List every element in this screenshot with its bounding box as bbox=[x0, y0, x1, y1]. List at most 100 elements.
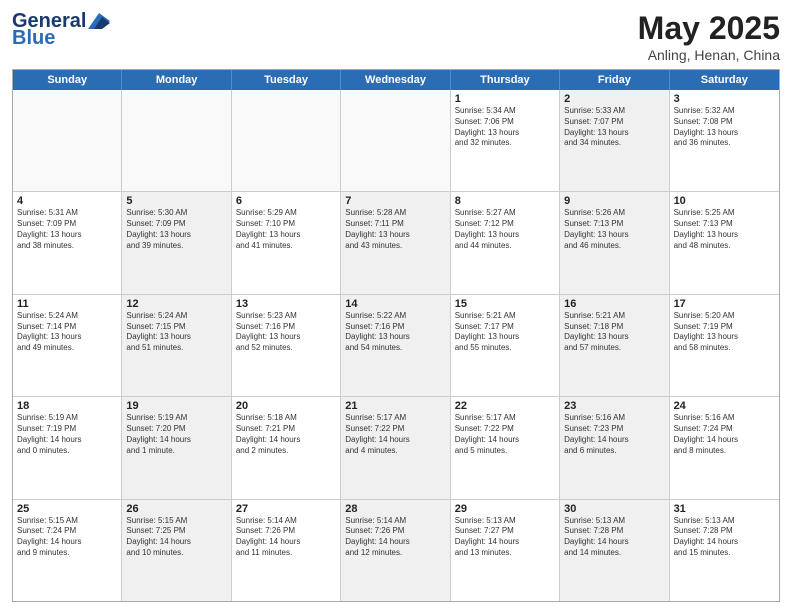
cell-info: Sunrise: 5:19 AM Sunset: 7:19 PM Dayligh… bbox=[17, 413, 117, 456]
cell-info: Sunrise: 5:25 AM Sunset: 7:13 PM Dayligh… bbox=[674, 208, 775, 251]
day-cell-5: 5Sunrise: 5:30 AM Sunset: 7:09 PM Daylig… bbox=[122, 192, 231, 293]
cell-info: Sunrise: 5:33 AM Sunset: 7:07 PM Dayligh… bbox=[564, 106, 664, 149]
day-cell-1: 1Sunrise: 5:34 AM Sunset: 7:06 PM Daylig… bbox=[451, 90, 560, 191]
day-cell-22: 22Sunrise: 5:17 AM Sunset: 7:22 PM Dayli… bbox=[451, 397, 560, 498]
cell-info: Sunrise: 5:13 AM Sunset: 7:28 PM Dayligh… bbox=[674, 516, 775, 559]
week-row-4: 18Sunrise: 5:19 AM Sunset: 7:19 PM Dayli… bbox=[13, 397, 779, 499]
logo-blue: Blue bbox=[12, 27, 55, 50]
page: General Blue May 2025 Anling, Henan, Chi… bbox=[0, 0, 792, 612]
header-day-monday: Monday bbox=[122, 70, 231, 90]
day-number: 31 bbox=[674, 503, 775, 515]
cell-info: Sunrise: 5:16 AM Sunset: 7:23 PM Dayligh… bbox=[564, 413, 664, 456]
cell-info: Sunrise: 5:23 AM Sunset: 7:16 PM Dayligh… bbox=[236, 311, 336, 354]
day-number: 9 bbox=[564, 195, 664, 207]
week-row-3: 11Sunrise: 5:24 AM Sunset: 7:14 PM Dayli… bbox=[13, 295, 779, 397]
day-number: 3 bbox=[674, 93, 775, 105]
day-cell-7: 7Sunrise: 5:28 AM Sunset: 7:11 PM Daylig… bbox=[341, 192, 450, 293]
day-cell-25: 25Sunrise: 5:15 AM Sunset: 7:24 PM Dayli… bbox=[13, 500, 122, 601]
day-number: 30 bbox=[564, 503, 664, 515]
day-cell-2: 2Sunrise: 5:33 AM Sunset: 7:07 PM Daylig… bbox=[560, 90, 669, 191]
day-number: 10 bbox=[674, 195, 775, 207]
day-number: 25 bbox=[17, 503, 117, 515]
logo-icon bbox=[88, 13, 110, 29]
day-number: 15 bbox=[455, 298, 555, 310]
cell-info: Sunrise: 5:15 AM Sunset: 7:25 PM Dayligh… bbox=[126, 516, 226, 559]
cell-info: Sunrise: 5:34 AM Sunset: 7:06 PM Dayligh… bbox=[455, 106, 555, 149]
day-number: 19 bbox=[126, 400, 226, 412]
week-row-5: 25Sunrise: 5:15 AM Sunset: 7:24 PM Dayli… bbox=[13, 500, 779, 601]
cell-info: Sunrise: 5:21 AM Sunset: 7:17 PM Dayligh… bbox=[455, 311, 555, 354]
calendar-body: 1Sunrise: 5:34 AM Sunset: 7:06 PM Daylig… bbox=[13, 90, 779, 601]
day-number: 23 bbox=[564, 400, 664, 412]
day-number: 8 bbox=[455, 195, 555, 207]
day-number: 24 bbox=[674, 400, 775, 412]
day-cell-4: 4Sunrise: 5:31 AM Sunset: 7:09 PM Daylig… bbox=[13, 192, 122, 293]
day-number: 22 bbox=[455, 400, 555, 412]
cell-info: Sunrise: 5:14 AM Sunset: 7:26 PM Dayligh… bbox=[345, 516, 445, 559]
day-cell-10: 10Sunrise: 5:25 AM Sunset: 7:13 PM Dayli… bbox=[670, 192, 779, 293]
day-number: 20 bbox=[236, 400, 336, 412]
day-number: 5 bbox=[126, 195, 226, 207]
day-number: 29 bbox=[455, 503, 555, 515]
header-day-saturday: Saturday bbox=[670, 70, 779, 90]
day-cell-29: 29Sunrise: 5:13 AM Sunset: 7:27 PM Dayli… bbox=[451, 500, 560, 601]
cell-info: Sunrise: 5:14 AM Sunset: 7:26 PM Dayligh… bbox=[236, 516, 336, 559]
day-number: 6 bbox=[236, 195, 336, 207]
day-cell-17: 17Sunrise: 5:20 AM Sunset: 7:19 PM Dayli… bbox=[670, 295, 779, 396]
day-number: 21 bbox=[345, 400, 445, 412]
day-number: 16 bbox=[564, 298, 664, 310]
month-year: May 2025 bbox=[638, 10, 780, 47]
day-number: 4 bbox=[17, 195, 117, 207]
cell-info: Sunrise: 5:27 AM Sunset: 7:12 PM Dayligh… bbox=[455, 208, 555, 251]
day-number: 12 bbox=[126, 298, 226, 310]
empty-cell bbox=[232, 90, 341, 191]
cell-info: Sunrise: 5:16 AM Sunset: 7:24 PM Dayligh… bbox=[674, 413, 775, 456]
day-cell-18: 18Sunrise: 5:19 AM Sunset: 7:19 PM Dayli… bbox=[13, 397, 122, 498]
calendar: SundayMondayTuesdayWednesdayThursdayFrid… bbox=[12, 69, 780, 602]
location: Anling, Henan, China bbox=[638, 47, 780, 63]
cell-info: Sunrise: 5:13 AM Sunset: 7:28 PM Dayligh… bbox=[564, 516, 664, 559]
day-number: 27 bbox=[236, 503, 336, 515]
header-day-tuesday: Tuesday bbox=[232, 70, 341, 90]
day-number: 26 bbox=[126, 503, 226, 515]
cell-info: Sunrise: 5:22 AM Sunset: 7:16 PM Dayligh… bbox=[345, 311, 445, 354]
cell-info: Sunrise: 5:15 AM Sunset: 7:24 PM Dayligh… bbox=[17, 516, 117, 559]
day-cell-21: 21Sunrise: 5:17 AM Sunset: 7:22 PM Dayli… bbox=[341, 397, 450, 498]
cell-info: Sunrise: 5:20 AM Sunset: 7:19 PM Dayligh… bbox=[674, 311, 775, 354]
day-cell-8: 8Sunrise: 5:27 AM Sunset: 7:12 PM Daylig… bbox=[451, 192, 560, 293]
title-block: May 2025 Anling, Henan, China bbox=[638, 10, 780, 63]
cell-info: Sunrise: 5:24 AM Sunset: 7:14 PM Dayligh… bbox=[17, 311, 117, 354]
day-cell-30: 30Sunrise: 5:13 AM Sunset: 7:28 PM Dayli… bbox=[560, 500, 669, 601]
day-cell-16: 16Sunrise: 5:21 AM Sunset: 7:18 PM Dayli… bbox=[560, 295, 669, 396]
day-cell-15: 15Sunrise: 5:21 AM Sunset: 7:17 PM Dayli… bbox=[451, 295, 560, 396]
day-number: 17 bbox=[674, 298, 775, 310]
day-number: 1 bbox=[455, 93, 555, 105]
header-day-sunday: Sunday bbox=[13, 70, 122, 90]
header-day-thursday: Thursday bbox=[451, 70, 560, 90]
day-number: 11 bbox=[17, 298, 117, 310]
day-cell-19: 19Sunrise: 5:19 AM Sunset: 7:20 PM Dayli… bbox=[122, 397, 231, 498]
day-cell-12: 12Sunrise: 5:24 AM Sunset: 7:15 PM Dayli… bbox=[122, 295, 231, 396]
day-number: 18 bbox=[17, 400, 117, 412]
day-cell-3: 3Sunrise: 5:32 AM Sunset: 7:08 PM Daylig… bbox=[670, 90, 779, 191]
day-cell-27: 27Sunrise: 5:14 AM Sunset: 7:26 PM Dayli… bbox=[232, 500, 341, 601]
cell-info: Sunrise: 5:32 AM Sunset: 7:08 PM Dayligh… bbox=[674, 106, 775, 149]
day-cell-31: 31Sunrise: 5:13 AM Sunset: 7:28 PM Dayli… bbox=[670, 500, 779, 601]
empty-cell bbox=[341, 90, 450, 191]
cell-info: Sunrise: 5:28 AM Sunset: 7:11 PM Dayligh… bbox=[345, 208, 445, 251]
day-cell-14: 14Sunrise: 5:22 AM Sunset: 7:16 PM Dayli… bbox=[341, 295, 450, 396]
day-number: 28 bbox=[345, 503, 445, 515]
day-number: 7 bbox=[345, 195, 445, 207]
week-row-2: 4Sunrise: 5:31 AM Sunset: 7:09 PM Daylig… bbox=[13, 192, 779, 294]
day-cell-20: 20Sunrise: 5:18 AM Sunset: 7:21 PM Dayli… bbox=[232, 397, 341, 498]
day-number: 13 bbox=[236, 298, 336, 310]
cell-info: Sunrise: 5:21 AM Sunset: 7:18 PM Dayligh… bbox=[564, 311, 664, 354]
day-cell-9: 9Sunrise: 5:26 AM Sunset: 7:13 PM Daylig… bbox=[560, 192, 669, 293]
day-number: 2 bbox=[564, 93, 664, 105]
day-cell-13: 13Sunrise: 5:23 AM Sunset: 7:16 PM Dayli… bbox=[232, 295, 341, 396]
cell-info: Sunrise: 5:26 AM Sunset: 7:13 PM Dayligh… bbox=[564, 208, 664, 251]
cell-info: Sunrise: 5:19 AM Sunset: 7:20 PM Dayligh… bbox=[126, 413, 226, 456]
day-cell-11: 11Sunrise: 5:24 AM Sunset: 7:14 PM Dayli… bbox=[13, 295, 122, 396]
empty-cell bbox=[13, 90, 122, 191]
day-cell-24: 24Sunrise: 5:16 AM Sunset: 7:24 PM Dayli… bbox=[670, 397, 779, 498]
